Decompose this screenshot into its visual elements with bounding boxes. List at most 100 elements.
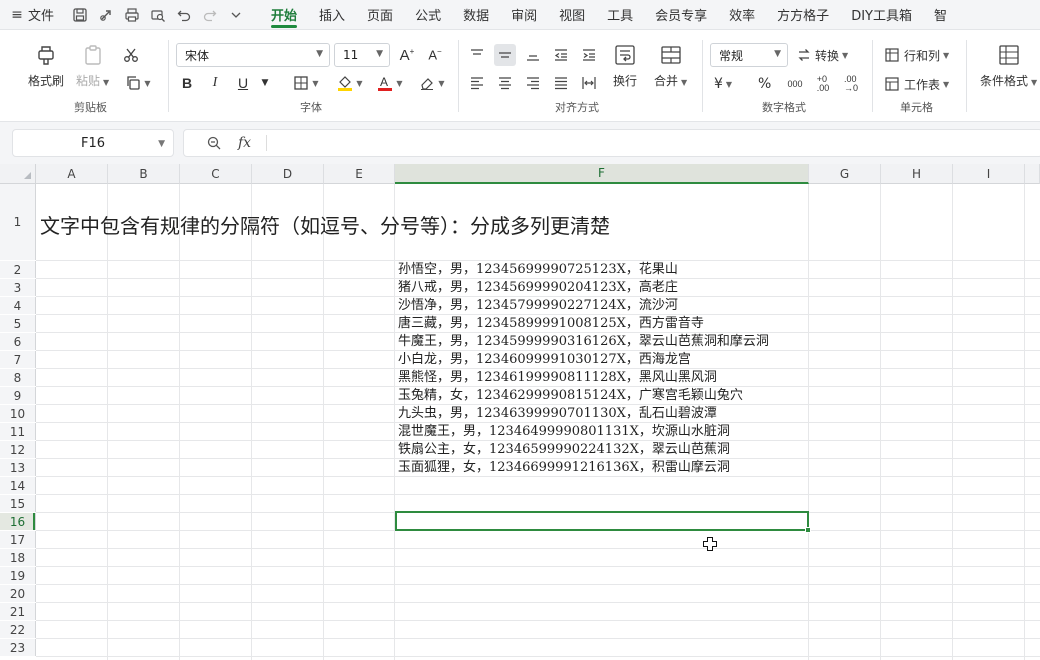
column-header-g[interactable]: G bbox=[809, 164, 881, 184]
tab-view[interactable]: 视图 bbox=[548, 0, 596, 30]
data-cell[interactable]: 玉面狐狸，女，12346699991216136X，积雷山摩云洞 bbox=[398, 459, 730, 477]
wrap-text-button[interactable]: 换行 bbox=[612, 42, 638, 89]
bold-button[interactable]: B bbox=[176, 72, 198, 94]
column-header-d[interactable]: D bbox=[252, 164, 324, 184]
data-cell[interactable]: 混世魔王，男，12346499990801131X，坎源山水脏洞 bbox=[398, 423, 730, 441]
data-cell[interactable]: 牛魔王，男，12345999990316126X，翠云山芭蕉洞和摩云洞 bbox=[398, 333, 769, 351]
align-right-icon[interactable] bbox=[522, 72, 544, 94]
sheet-title-cell[interactable]: 文字中包含有规律的分隔符（如逗号、分号等）：分成多列更清楚 bbox=[40, 210, 610, 239]
row-header-4[interactable]: 4 bbox=[0, 297, 36, 314]
zoom-icon[interactable] bbox=[206, 135, 222, 154]
paste-button[interactable]: 粘贴 ▼ bbox=[76, 42, 109, 89]
convert-button[interactable]: 转换 ▼ bbox=[796, 44, 848, 66]
align-top-icon[interactable] bbox=[466, 44, 488, 66]
data-cell[interactable]: 九头虫，男，12346399990701130X，乱石山碧波潭 bbox=[398, 405, 717, 423]
row-header-23[interactable]: 23 bbox=[0, 639, 36, 656]
hamburger-menu-icon[interactable]: ≡ bbox=[6, 0, 28, 30]
print-icon[interactable] bbox=[120, 3, 144, 27]
file-menu[interactable]: 文件 bbox=[28, 5, 54, 24]
increase-font-size-icon[interactable]: A+ bbox=[396, 44, 418, 66]
column-header-c[interactable]: C bbox=[180, 164, 252, 184]
name-box-dropdown-icon[interactable]: ▼ bbox=[158, 139, 165, 149]
italic-button[interactable]: I bbox=[204, 72, 226, 94]
decrease-font-size-icon[interactable]: A− bbox=[424, 44, 446, 66]
underline-button[interactable]: U bbox=[232, 72, 254, 94]
font-name-select[interactable]: 宋体 ▼ bbox=[176, 43, 330, 67]
sheet-grid[interactable]: A B C D E F G H I 1 2 3 4 5 6 7 8 9 10 1… bbox=[0, 164, 1040, 660]
print-preview-icon[interactable] bbox=[146, 3, 170, 27]
tab-formulas[interactable]: 公式 bbox=[404, 0, 452, 30]
column-header-h[interactable]: H bbox=[881, 164, 953, 184]
increase-indent-icon[interactable] bbox=[578, 44, 600, 66]
row-header-9[interactable]: 9 bbox=[0, 387, 36, 404]
tab-insert[interactable]: 插入 bbox=[308, 0, 356, 30]
row-header-16[interactable]: 16 bbox=[0, 513, 36, 530]
number-format-select[interactable]: 常规 ▼ bbox=[710, 43, 788, 67]
row-header-18[interactable]: 18 bbox=[0, 549, 36, 566]
decrease-decimal-icon[interactable]: .00 →0 bbox=[840, 73, 862, 95]
row-header-1[interactable]: 1 bbox=[0, 184, 36, 260]
row-header-11[interactable]: 11 bbox=[0, 423, 36, 440]
undo-icon[interactable] bbox=[172, 3, 196, 27]
currency-button[interactable]: ¥ ▼ bbox=[714, 73, 732, 95]
row-header-15[interactable]: 15 bbox=[0, 495, 36, 512]
row-header-2[interactable]: 2 bbox=[0, 261, 36, 278]
row-header-3[interactable]: 3 bbox=[0, 279, 36, 296]
data-cell[interactable]: 玉兔精，女，12346299990815124X，广寒宫毛颖山兔穴 bbox=[398, 387, 743, 405]
data-cell[interactable]: 沙悟净，男，12345799990227124X，流沙河 bbox=[398, 297, 678, 315]
percent-button[interactable]: % bbox=[758, 73, 771, 95]
row-header-8[interactable]: 8 bbox=[0, 369, 36, 386]
row-header-7[interactable]: 7 bbox=[0, 351, 36, 368]
share-icon[interactable] bbox=[94, 3, 118, 27]
align-bottom-icon[interactable] bbox=[522, 44, 544, 66]
fill-handle[interactable] bbox=[805, 527, 811, 533]
row-header-12[interactable]: 12 bbox=[0, 441, 36, 458]
tab-tools[interactable]: 工具 bbox=[596, 0, 644, 30]
align-left-icon[interactable] bbox=[466, 72, 488, 94]
cut-icon[interactable] bbox=[120, 44, 142, 66]
row-header-21[interactable]: 21 bbox=[0, 603, 36, 620]
thousands-separator-icon[interactable]: 000 bbox=[784, 73, 806, 95]
worksheet-button[interactable]: 工作表 ▼ bbox=[884, 73, 949, 95]
format-painter-button[interactable]: 格式刷 bbox=[28, 42, 64, 89]
data-cell[interactable]: 黑熊怪，男，12346199990811128X，黑风山黑风洞 bbox=[398, 369, 717, 387]
column-header-e[interactable]: E bbox=[324, 164, 395, 184]
align-center-icon[interactable] bbox=[494, 72, 516, 94]
copy-button[interactable]: ▼ bbox=[122, 72, 154, 94]
merge-button[interactable]: 合并 ▼ bbox=[654, 42, 687, 89]
column-header-i[interactable]: I bbox=[953, 164, 1025, 184]
redo-icon[interactable] bbox=[198, 3, 222, 27]
row-header-14[interactable]: 14 bbox=[0, 477, 36, 494]
tab-efficiency[interactable]: 效率 bbox=[718, 0, 766, 30]
decrease-indent-icon[interactable] bbox=[550, 44, 572, 66]
tab-diy-toolbox[interactable]: DIY工具箱 bbox=[840, 0, 923, 30]
font-color-button[interactable]: A ▼ bbox=[372, 72, 408, 94]
tab-fangfang[interactable]: 方方格子 bbox=[766, 0, 840, 30]
data-cell[interactable]: 铁扇公主，女，12346599990224132X，翠云山芭蕉洞 bbox=[398, 441, 730, 459]
insert-function-icon[interactable]: fx bbox=[238, 135, 251, 151]
row-header-17[interactable]: 17 bbox=[0, 531, 36, 548]
rows-columns-button[interactable]: 行和列 ▼ bbox=[884, 44, 949, 66]
column-header-b[interactable]: B bbox=[108, 164, 180, 184]
column-header-a[interactable]: A bbox=[36, 164, 108, 184]
tab-home[interactable]: 开始 bbox=[260, 0, 308, 30]
justify-icon[interactable] bbox=[550, 72, 572, 94]
row-header-20[interactable]: 20 bbox=[0, 585, 36, 602]
fill-color-button[interactable]: ▼ bbox=[332, 72, 368, 94]
row-header-5[interactable]: 5 bbox=[0, 315, 36, 332]
tab-data[interactable]: 数据 bbox=[452, 0, 500, 30]
data-cell[interactable]: 孙悟空，男，12345699990725123X，花果山 bbox=[398, 261, 678, 279]
clear-format-button[interactable]: ▼ bbox=[414, 72, 450, 94]
align-middle-icon[interactable] bbox=[494, 44, 516, 66]
selected-cell-f16[interactable] bbox=[395, 511, 811, 533]
column-header-f[interactable]: F bbox=[395, 164, 809, 184]
name-box[interactable]: F16 ▼ bbox=[12, 129, 174, 157]
row-header-19[interactable]: 19 bbox=[0, 567, 36, 584]
tab-member[interactable]: 会员专享 bbox=[644, 0, 718, 30]
save-icon[interactable] bbox=[68, 3, 92, 27]
select-all-corner[interactable] bbox=[0, 164, 36, 184]
row-header-10[interactable]: 10 bbox=[0, 405, 36, 422]
formula-input[interactable]: fx bbox=[183, 129, 1040, 157]
tab-page[interactable]: 页面 bbox=[356, 0, 404, 30]
tab-more[interactable]: 智 bbox=[923, 0, 958, 30]
